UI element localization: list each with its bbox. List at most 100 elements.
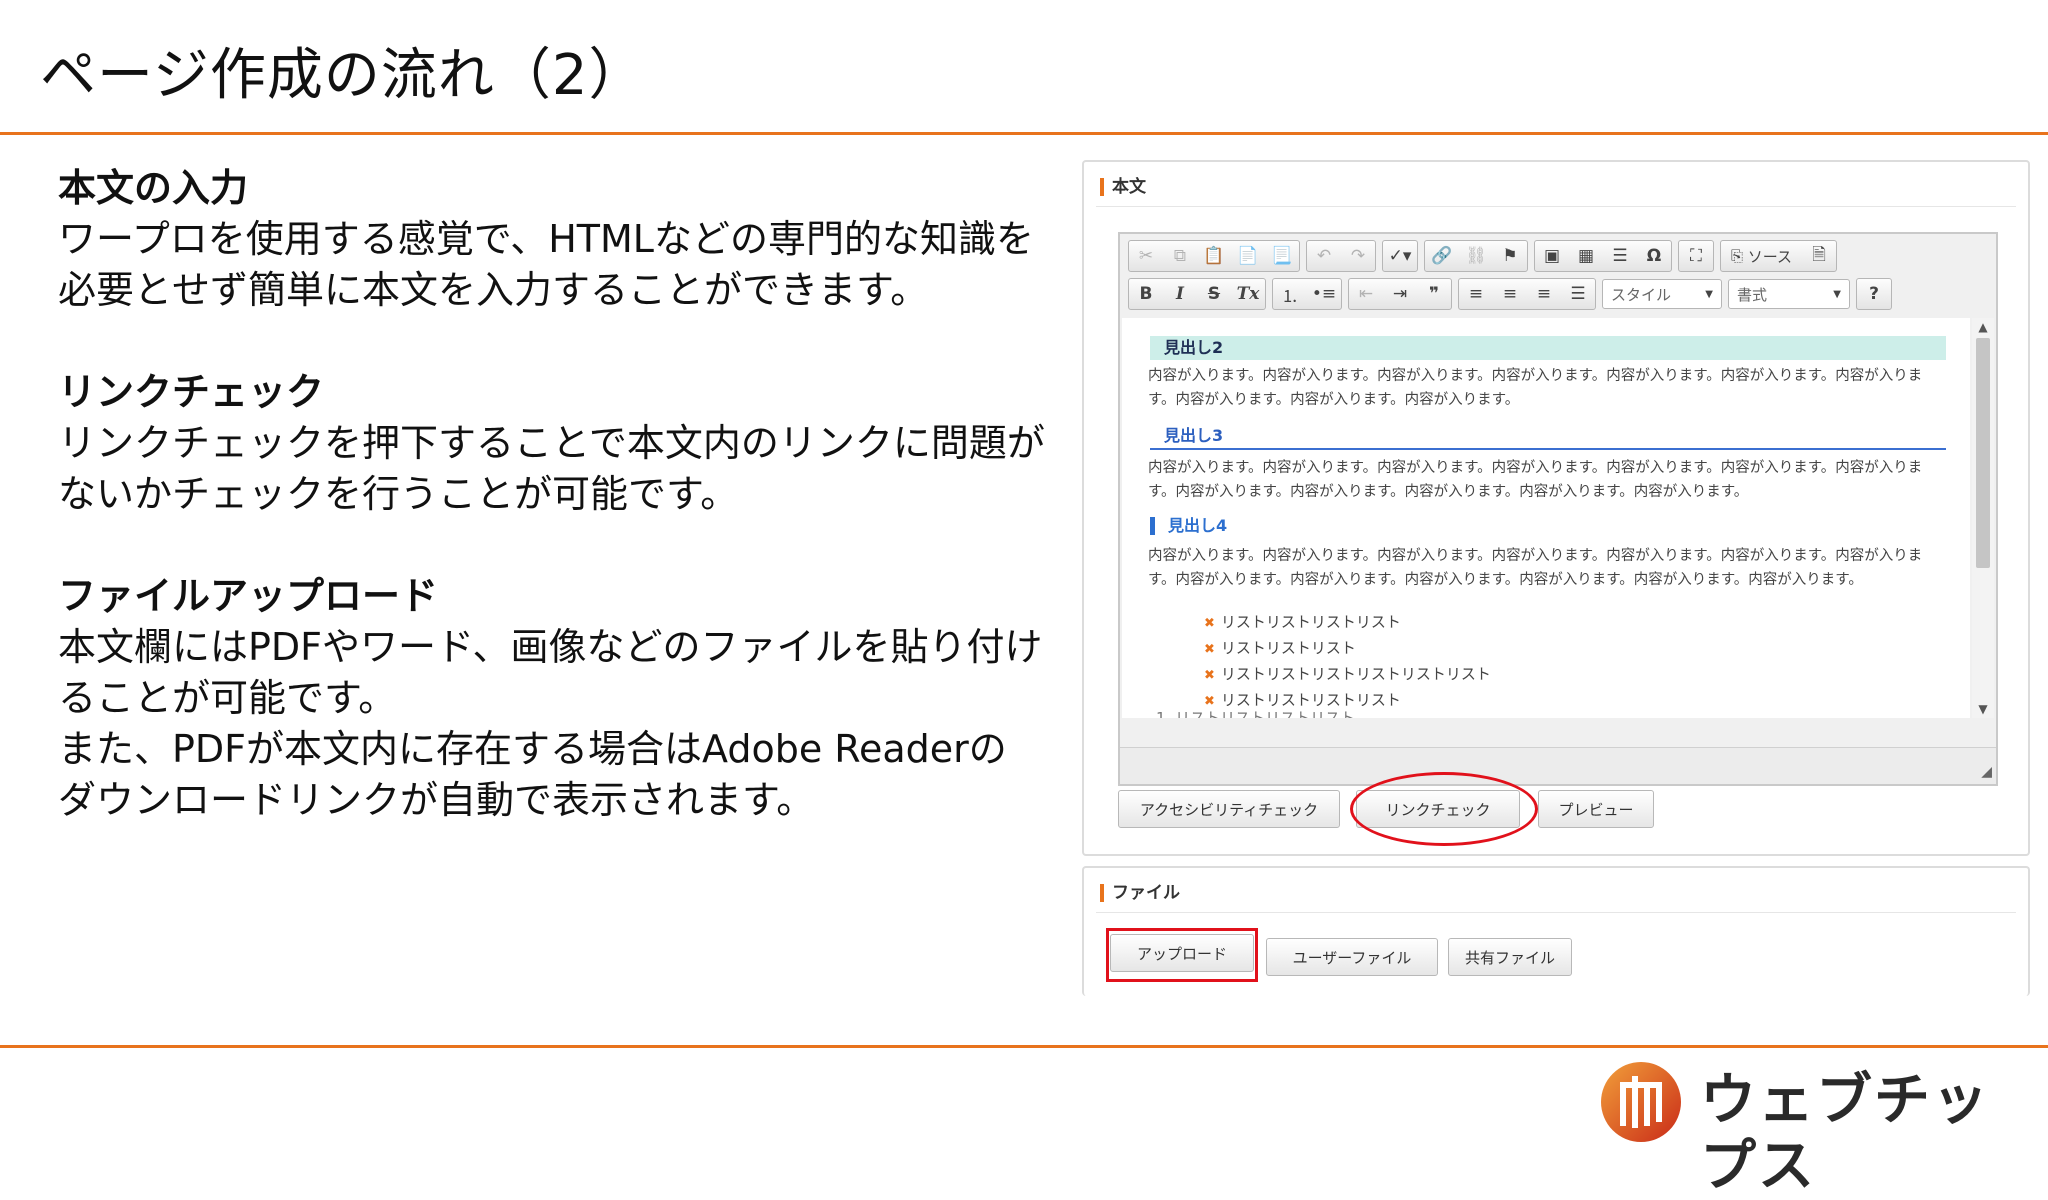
format-dropdown-label: 書式 (1737, 285, 1768, 304)
remove-format-icon[interactable]: Tx (1231, 279, 1265, 309)
bullet-list: ✖ リストリストリストリスト ✖ リストリストリスト ✖ リストリストリストリストリス… (1204, 610, 1491, 714)
link-group: 🔗 ⛓ ⚑ (1424, 240, 1528, 272)
upload-highlight (1106, 928, 1258, 982)
chevron-down-icon: ▼ (1833, 288, 1841, 300)
heading-4: 見出し4 (1150, 514, 1227, 538)
heading-3: 見出し3 (1150, 424, 1946, 450)
shared-file-button[interactable]: 共有ファイル (1448, 938, 1572, 976)
section-heading: ファイルアップロード (58, 574, 439, 618)
brand-name: ウェブチップス (1700, 1068, 1990, 1199)
ordered-list-item-partial: 1. リストリストリストリスト (1156, 709, 1356, 718)
user-file-button[interactable]: ユーザーファイル (1266, 938, 1438, 976)
strikethrough-icon[interactable]: S (1197, 279, 1231, 309)
section-heading: リンクチェック (58, 370, 325, 414)
logo-mark-icon (1601, 1062, 1681, 1142)
align-center-icon[interactable]: ≡ (1493, 279, 1527, 309)
list-item-text: リストリストリスト (1220, 639, 1356, 657)
help-group: ? (1856, 278, 1892, 310)
footer-divider (0, 1045, 2048, 1048)
maximize-group: ⛶ (1678, 240, 1714, 272)
align-left-icon[interactable]: ≡ (1459, 279, 1493, 309)
toolbar-row-2: B I S Tx ⒈ •≡ ⇤ ⇥ ❞ ≡ ≡ ≡ ☰ スタイル ▼ 書式 ▼ … (1128, 278, 1892, 310)
rich-text-editor: ✂ ⧉ 📋 📄 📃 ↶ ↷ ✓▾ 🔗 ⛓ ⚑ ▣ ▦ ☰ Ω ⛶ ⎘ ソース 🗎… (1118, 232, 1998, 786)
resize-grip-icon[interactable]: ◢ (1981, 764, 1992, 780)
slide-title: ページ作成の流れ（2） (40, 43, 646, 108)
section-link-check: リンクチェック リンクチェックを押下することで本文内のリンクに問題が ないかチェ… (58, 366, 1088, 520)
table-icon[interactable]: ▦ (1569, 241, 1603, 271)
italic-icon[interactable]: I (1163, 279, 1197, 309)
accessibility-check-button[interactable]: アクセシビリティチェック (1118, 790, 1340, 828)
style-dropdown-label: スタイル (1611, 285, 1672, 304)
source-label: ソース (1747, 247, 1793, 266)
redo-icon[interactable]: ↷ (1341, 241, 1375, 271)
source-button[interactable]: ⎘ ソース (1721, 241, 1802, 271)
outdent-icon[interactable]: ⇤ (1349, 279, 1383, 309)
paragraph-2: 内容が入ります。内容が入ります。内容が入ります。内容が入ります。内容が入ります。… (1148, 460, 1923, 500)
align-right-icon[interactable]: ≡ (1527, 279, 1561, 309)
image-icon[interactable]: ▣ (1535, 241, 1569, 271)
undo-icon[interactable]: ↶ (1307, 241, 1341, 271)
bullet-list-icon[interactable]: •≡ (1307, 279, 1341, 309)
section-text: ワープロを使用する感覚で、HTMLなどの専門的な知識を 必要とせず簡単に本文を入… (58, 217, 1034, 312)
insert-group: ▣ ▦ ☰ Ω (1534, 240, 1672, 272)
brand-logo: ウェブチップス (1596, 1058, 2036, 1199)
scroll-up-icon[interactable]: ▲ (1972, 320, 1994, 334)
clipboard-group: ✂ ⧉ 📋 📄 📃 (1128, 240, 1300, 272)
template-icon[interactable]: 🗎 (1802, 241, 1836, 271)
anchor-flag-icon[interactable]: ⚑ (1493, 241, 1527, 271)
list-item: ✖ リストリストリスト (1204, 636, 1491, 662)
style-dropdown[interactable]: スタイル ▼ (1602, 279, 1722, 309)
title-divider (0, 132, 2048, 135)
heading-2: 見出し2 (1150, 336, 1946, 360)
body-editor-card: 本文 ✂ ⧉ 📋 📄 📃 ↶ ↷ ✓▾ 🔗 ⛓ ⚑ ▣ ▦ ☰ Ω ⛶ ⎘ ソー… (1082, 160, 2030, 856)
paste-icon[interactable]: 📋 (1197, 241, 1231, 271)
help-icon[interactable]: ? (1857, 279, 1891, 309)
text-style-group: B I S Tx (1128, 278, 1266, 310)
file-section-label: ファイル (1100, 878, 1180, 908)
section-body-input: 本文の入力 ワープロを使用する感覚で、HTMLなどの専門的な知識を 必要とせず簡… (58, 162, 1088, 316)
source-group: ⎘ ソース 🗎 (1720, 240, 1838, 272)
indent-icon[interactable]: ⇥ (1383, 279, 1417, 309)
list-item-text: リストリストリストリストリストリスト (1220, 665, 1491, 683)
align-group: ≡ ≡ ≡ ☰ (1458, 278, 1596, 310)
scroll-down-icon[interactable]: ▼ (1972, 702, 1994, 716)
paragraph-1: 内容が入ります。内容が入ります。内容が入ります。内容が入ります。内容が入ります。… (1148, 368, 1923, 408)
list-group: ⒈ •≡ (1272, 278, 1342, 310)
divider (1096, 912, 2016, 913)
list-item: ✖ リストリストリストリスト (1204, 610, 1491, 636)
history-group: ↶ ↷ (1306, 240, 1376, 272)
align-justify-icon[interactable]: ☰ (1561, 279, 1595, 309)
edit-area[interactable]: 見出し2 内容が入ります。内容が入ります。内容が入ります。内容が入ります。内容が… (1122, 318, 1970, 718)
spellcheck-icon[interactable]: ✓▾ (1383, 241, 1417, 271)
cut-icon[interactable]: ✂ (1129, 241, 1163, 271)
format-dropdown[interactable]: 書式 ▼ (1728, 279, 1850, 309)
description-column: 本文の入力 ワープロを使用する感覚で、HTMLなどの専門的な知識を 必要とせず簡… (58, 162, 1088, 876)
paste-text-icon[interactable]: 📄 (1231, 241, 1265, 271)
cms-screenshot: 本文 ✂ ⧉ 📋 📄 📃 ↶ ↷ ✓▾ 🔗 ⛓ ⚑ ▣ ▦ ☰ Ω ⛶ ⎘ ソー… (1082, 160, 2030, 996)
spellcheck-group: ✓▾ (1382, 240, 1418, 272)
link-check-highlight (1350, 772, 1538, 846)
editor-section-label: 本文 (1100, 172, 1146, 202)
scroll-thumb[interactable] (1976, 338, 1990, 568)
bullet-x-icon: ✖ (1204, 642, 1215, 657)
unlink-icon[interactable]: ⛓ (1459, 241, 1493, 271)
preview-button[interactable]: プレビュー (1538, 790, 1654, 828)
indent-group: ⇤ ⇥ ❞ (1348, 278, 1452, 310)
numbered-list-icon[interactable]: ⒈ (1273, 279, 1307, 309)
link-icon[interactable]: 🔗 (1425, 241, 1459, 271)
section-heading: 本文の入力 (58, 166, 249, 210)
section-text: 本文欄にはPDFやワード、画像などのファイルを貼り付け ることが可能です。 また… (58, 625, 1043, 822)
special-char-icon[interactable]: Ω (1637, 241, 1671, 271)
list-item: ✖ リストリストリストリストリストリスト (1204, 662, 1491, 688)
paste-word-icon[interactable]: 📃 (1265, 241, 1299, 271)
blockquote-icon[interactable]: ❞ (1417, 279, 1451, 309)
maximize-icon[interactable]: ⛶ (1679, 241, 1713, 271)
bullet-x-icon: ✖ (1204, 616, 1215, 631)
editor-scrollbar[interactable]: ▲ ▼ (1972, 318, 1994, 718)
section-file-upload: ファイルアップロード 本文欄にはPDFやワード、画像などのファイルを貼り付け る… (58, 570, 1088, 826)
bold-icon[interactable]: B (1129, 279, 1163, 309)
toolbar-row-1: ✂ ⧉ 📋 📄 📃 ↶ ↷ ✓▾ 🔗 ⛓ ⚑ ▣ ▦ ☰ Ω ⛶ ⎘ ソース 🗎 (1128, 240, 1838, 272)
chevron-down-icon: ▼ (1705, 288, 1713, 300)
copy-icon[interactable]: ⧉ (1163, 241, 1197, 271)
horizontal-rule-icon[interactable]: ☰ (1603, 241, 1637, 271)
